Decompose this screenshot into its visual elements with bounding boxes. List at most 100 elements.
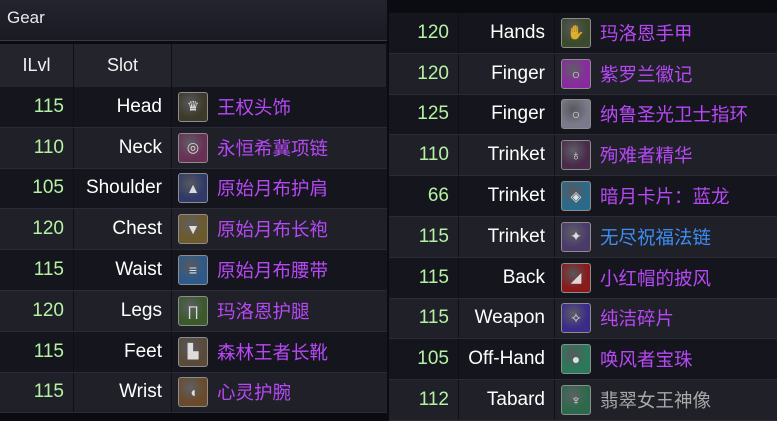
table-row[interactable]: 115 Trinket ✦ 无尽祝福法链 bbox=[389, 216, 777, 258]
amulet-icon[interactable]: ◎ bbox=[178, 132, 208, 163]
item-level: 115 bbox=[389, 298, 459, 339]
item-level: 105 bbox=[389, 339, 459, 380]
item-level: 105 bbox=[0, 168, 74, 209]
item-level: 115 bbox=[0, 250, 74, 290]
boots-icon[interactable]: ▙ bbox=[178, 336, 208, 367]
item-cell: ○ 纳鲁圣光卫士指环 bbox=[555, 95, 777, 135]
slot-name: Head bbox=[74, 87, 172, 127]
potion-icon[interactable]: ♁ bbox=[561, 140, 591, 171]
item-level: 120 bbox=[0, 209, 74, 250]
column-header-ilvl[interactable]: ILvl bbox=[0, 44, 74, 87]
slot-name: Finger bbox=[459, 53, 555, 94]
gear-title-bar: Gear bbox=[0, 0, 387, 41]
item-level: 112 bbox=[389, 380, 459, 420]
item-level: 115 bbox=[389, 216, 459, 257]
item-cell: ♁ 殉难者精华 bbox=[555, 135, 777, 175]
item-level: 115 bbox=[0, 331, 74, 372]
table-row[interactable]: 110 Neck ◎ 永恒希冀项链 bbox=[0, 127, 387, 169]
table-row[interactable]: 110 Trinket ♁ 殉难者精华 bbox=[389, 135, 777, 177]
table-row[interactable]: 115 Wrist ◖ 心灵护腕 bbox=[0, 372, 387, 414]
column-header-item bbox=[172, 44, 387, 87]
card-icon[interactable]: ◈ bbox=[561, 181, 591, 212]
item-cell: ◖ 心灵护腕 bbox=[172, 373, 387, 413]
table-row[interactable]: 120 Hands ✋ 玛洛恩手甲 bbox=[389, 13, 777, 54]
item-name-link[interactable]: 小红帽的披风 bbox=[600, 265, 711, 291]
item-level: 110 bbox=[389, 135, 459, 176]
slot-name: Trinket bbox=[459, 216, 555, 257]
item-level: 110 bbox=[0, 127, 74, 168]
item-cell: ≡ 原始月布腰带 bbox=[172, 250, 387, 290]
item-level: 120 bbox=[389, 13, 459, 53]
crown-helm-icon[interactable]: ♛ bbox=[178, 91, 208, 122]
idol-icon[interactable]: ♆ bbox=[561, 385, 591, 416]
item-name-link[interactable]: 玛洛恩护腿 bbox=[217, 298, 310, 324]
ring-icon[interactable]: ○ bbox=[561, 99, 591, 130]
chain-icon[interactable]: ✦ bbox=[561, 221, 591, 252]
item-cell: ◈ 暗月卡片：蓝龙 bbox=[555, 176, 777, 216]
table-row[interactable]: 66 Trinket ◈ 暗月卡片：蓝龙 bbox=[389, 176, 777, 217]
gear-title: Gear bbox=[7, 8, 45, 27]
item-name-link[interactable]: 殉难者精华 bbox=[600, 142, 693, 168]
gloves-icon[interactable]: ✋ bbox=[561, 17, 591, 48]
item-cell: ○ 紫罗兰徽记 bbox=[555, 54, 777, 94]
table-row[interactable]: 105 Off-Hand ● 唤风者宝珠 bbox=[389, 339, 777, 381]
item-name-link[interactable]: 玛洛恩手甲 bbox=[600, 20, 693, 46]
ring-icon[interactable]: ○ bbox=[561, 58, 591, 89]
gear-table-right: 120 Hands ✋ 玛洛恩手甲 120 Finger ○ 紫罗兰徽记 125 Finger ○ 纳… bbox=[389, 13, 777, 421]
item-level: 120 bbox=[0, 290, 74, 331]
item-cell: ● 唤风者宝珠 bbox=[555, 339, 777, 379]
item-name-link[interactable]: 永恒希冀项链 bbox=[217, 135, 328, 161]
item-name-link[interactable]: 无尽祝福法链 bbox=[600, 224, 711, 250]
gear-table-left: 115 Head ♛ 王权头饰 110 Neck ◎ 永恒希冀项链 105 Shoulder ▲ 原始… bbox=[0, 87, 387, 414]
table-row[interactable]: 120 Finger ○ 紫罗兰徽记 bbox=[389, 53, 777, 95]
item-cell: ▼ 原始月布长袍 bbox=[172, 209, 387, 249]
table-row[interactable]: 115 Head ♛ 王权头饰 bbox=[0, 87, 387, 128]
item-cell: ◢ 小红帽的披风 bbox=[555, 258, 777, 298]
slot-name: Feet bbox=[74, 331, 172, 372]
slot-name: Finger bbox=[459, 94, 555, 135]
item-name-link[interactable]: 纯洁碎片 bbox=[600, 305, 674, 331]
item-name-link[interactable]: 森林王者长靴 bbox=[217, 339, 328, 365]
item-cell: ▲ 原始月布护肩 bbox=[172, 169, 387, 209]
gear-panel-left: Gear ILvl Slot 115 Head ♛ 王权头饰 110 Neck ◎ 永恒希冀项… bbox=[0, 0, 387, 419]
item-name-link[interactable]: 心灵护腕 bbox=[217, 379, 291, 405]
table-row[interactable]: 105 Shoulder ▲ 原始月布护肩 bbox=[0, 168, 387, 210]
dagger-icon[interactable]: ✧ bbox=[561, 303, 591, 334]
table-row[interactable]: 115 Feet ▙ 森林王者长靴 bbox=[0, 331, 387, 373]
item-name-link[interactable]: 原始月布长袍 bbox=[217, 216, 328, 242]
table-row[interactable]: 125 Finger ○ 纳鲁圣光卫士指环 bbox=[389, 94, 777, 136]
cloak-icon[interactable]: ◢ bbox=[561, 262, 591, 293]
item-name-link[interactable]: 暗月卡片：蓝龙 bbox=[600, 183, 730, 209]
table-row[interactable]: 120 Chest ▼ 原始月布长袍 bbox=[0, 209, 387, 251]
table-row[interactable]: 115 Back ◢ 小红帽的披风 bbox=[389, 257, 777, 299]
item-level: 115 bbox=[0, 87, 74, 127]
item-name-link[interactable]: 原始月布腰带 bbox=[217, 257, 328, 283]
item-name-link[interactable]: 紫罗兰徽记 bbox=[600, 61, 693, 87]
table-row[interactable]: 120 Legs ∏ 玛洛恩护腿 bbox=[0, 290, 387, 332]
item-name-link[interactable]: 王权头饰 bbox=[217, 94, 291, 120]
item-name-link[interactable]: 唤风者宝珠 bbox=[600, 346, 693, 372]
table-row[interactable]: 115 Weapon ✧ 纯洁碎片 bbox=[389, 298, 777, 340]
item-name-link[interactable]: 原始月布护肩 bbox=[217, 175, 328, 201]
shoulder-icon[interactable]: ▲ bbox=[178, 173, 208, 204]
robe-icon[interactable]: ▼ bbox=[178, 214, 208, 245]
slot-name: Hands bbox=[459, 13, 555, 53]
slot-name: Trinket bbox=[459, 135, 555, 176]
belt-icon[interactable]: ≡ bbox=[178, 255, 208, 286]
item-name-link[interactable]: 翡翠女王神像 bbox=[600, 387, 711, 413]
orb-icon[interactable]: ● bbox=[561, 344, 591, 375]
leggings-icon[interactable]: ∏ bbox=[178, 295, 208, 326]
item-cell: ∏ 玛洛恩护腿 bbox=[172, 291, 387, 331]
item-name-link[interactable]: 纳鲁圣光卫士指环 bbox=[600, 101, 748, 127]
item-level: 120 bbox=[389, 53, 459, 94]
column-header-slot[interactable]: Slot bbox=[74, 44, 172, 87]
bracer-icon[interactable]: ◖ bbox=[178, 377, 208, 408]
item-level: 115 bbox=[0, 372, 74, 413]
table-row[interactable]: 115 Waist ≡ 原始月布腰带 bbox=[0, 250, 387, 291]
slot-name: Wrist bbox=[74, 372, 172, 413]
table-row[interactable]: 112 Tabard ♆ 翡翠女王神像 bbox=[389, 380, 777, 421]
slot-name: Neck bbox=[74, 127, 172, 168]
item-level: 115 bbox=[389, 257, 459, 298]
item-level: 125 bbox=[389, 94, 459, 135]
item-cell: ✋ 玛洛恩手甲 bbox=[555, 13, 777, 53]
